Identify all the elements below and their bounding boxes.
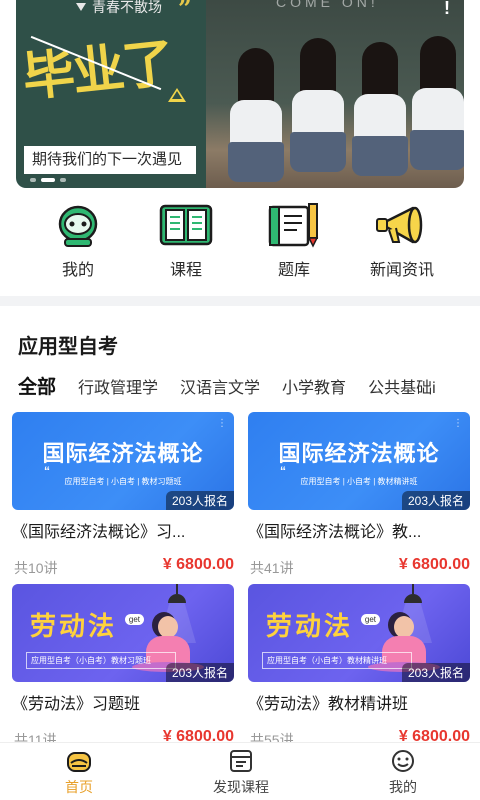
carousel-dot[interactable]: [30, 178, 36, 182]
bottom-tab-bar: 首页 发现课程 我的: [0, 742, 480, 800]
course-title: 《劳动法》习题班: [12, 696, 141, 713]
chalkboard-text: COME ON!: [276, 0, 379, 10]
quick-nav-label: 题库: [277, 262, 310, 279]
cover-subtitle: 应用型自考（小自考）教材习题班: [26, 652, 176, 669]
triangle-decoration-icon: [168, 88, 186, 102]
student-figure: [410, 36, 464, 188]
notebook-pencil-icon: [268, 203, 319, 248]
course-cover: 劳动法 get 应用型自考（小自考）教材精讲班 203人报名: [248, 584, 470, 682]
course-cover: ⋮ 国际经济法概论 “ 应用型自考 | 小自考 | 教材精讲班 203人报名: [248, 412, 470, 510]
cover-subtitle: 应用型自考 | 小自考 | 教材习题班: [64, 477, 182, 486]
course-list-icon: [230, 750, 252, 772]
home-cap-icon: [67, 752, 91, 772]
speech-bubble: get: [360, 614, 380, 625]
course-cover: 劳动法 get 应用型自考（小自考）教材习题班 203人报名: [12, 584, 234, 682]
quick-nav-courses[interactable]: 课程: [136, 202, 236, 280]
banner-graphic-panel: 青春不散场 ” 毕业了 期待我们的下一次遇见: [16, 0, 206, 188]
quote-mark-icon: ”: [178, 0, 192, 23]
cover-subtitle: 应用型自考 | 小自考 | 教材精讲班: [300, 477, 418, 486]
bottom-tab-label: 首页: [65, 779, 93, 795]
lamp-cord: [412, 584, 414, 594]
tab-all[interactable]: 全部: [18, 372, 57, 400]
course-price: ¥ 6800.00: [162, 556, 234, 573]
category-tabs: 全部 行政管理学 汉语言文学 小学教育 公共基础i: [18, 372, 480, 402]
banner-subtitle: 期待我们的下一次遇见: [24, 146, 196, 174]
lesson-count: 共10讲: [14, 560, 58, 576]
banner-photo: COME ON! !: [206, 0, 464, 188]
menu-dots-icon: ⋮: [453, 418, 463, 429]
course-card[interactable]: 劳动法 get 应用型自考（小自考）教材精讲班 203人报名 《劳动法》教材精讲…: [248, 584, 470, 748]
bottom-tab-label: 发现课程: [213, 779, 269, 795]
banner-headline: 毕业了: [19, 32, 176, 109]
menu-dots-icon: ⋮: [217, 418, 227, 429]
tab-administration[interactable]: 行政管理学: [78, 374, 158, 398]
lesson-count: 共41讲: [250, 560, 294, 576]
enroll-count-badge: 203人报名: [401, 663, 470, 682]
course-title: 《劳动法》教材精讲班: [248, 696, 409, 713]
enroll-count-badge: 203人报名: [401, 491, 470, 510]
banner-tagline: 青春不散场: [76, 0, 162, 17]
megaphone-icon: [376, 206, 423, 244]
cover-subtitle: 应用型自考（小自考）教材精讲班: [262, 652, 412, 669]
speech-bubble: get: [124, 614, 144, 625]
section-divider: [0, 296, 480, 306]
promo-banner[interactable]: 青春不散场 ” 毕业了 期待我们的下一次遇见 COME ON! !: [16, 0, 464, 188]
lamp-icon: [168, 594, 186, 603]
student-figure: [228, 48, 284, 188]
student-illustration: [394, 616, 414, 638]
enroll-count-badge: 203人报名: [165, 491, 234, 510]
course-price: ¥ 6800.00: [398, 556, 470, 573]
course-cover: ⋮ 国际经济法概论 “ 应用型自考 | 小自考 | 教材习题班 203人报名: [12, 412, 234, 510]
carousel-dot-active[interactable]: [41, 178, 55, 182]
carousel-dot[interactable]: [60, 178, 66, 182]
quick-nav-label: 课程: [169, 262, 202, 279]
carousel-indicator: [30, 178, 66, 182]
section-title: 应用型自考: [18, 336, 118, 358]
course-card[interactable]: ⋮ 国际经济法概论 “ 应用型自考 | 小自考 | 教材精讲班 203人报名 《…: [248, 412, 470, 576]
tab-chinese-literature[interactable]: 汉语言文学: [180, 374, 260, 398]
course-meta: 共10讲 ¥ 6800.00: [12, 556, 234, 576]
lamp-cord: [176, 584, 178, 594]
exclamation-mark: !: [444, 0, 450, 18]
student-figure: [352, 42, 408, 188]
quick-nav-label: 新闻资讯: [369, 262, 434, 279]
robot-face-icon: [58, 205, 98, 247]
quick-nav-question-bank[interactable]: 题库: [244, 202, 344, 280]
open-book-icon: [159, 204, 213, 246]
student-figure: [290, 38, 346, 188]
course-card[interactable]: ⋮ 国际经济法概论 “ 应用型自考 | 小自考 | 教材习题班 203人报名 《…: [12, 412, 234, 576]
quick-nav-news[interactable]: 新闻资讯: [352, 202, 452, 280]
bottom-tab-label: 我的: [389, 779, 417, 795]
tab-public-basics[interactable]: 公共基础i: [368, 374, 436, 398]
quick-nav-label: 我的: [61, 262, 94, 279]
tab-primary-education[interactable]: 小学教育: [282, 374, 346, 398]
course-title: 《国际经济法概论》教...: [248, 524, 422, 541]
quick-nav-my[interactable]: 我的: [28, 202, 128, 280]
quick-nav: 我的 课程 题库 新闻资讯: [0, 202, 480, 282]
course-card[interactable]: 劳动法 get 应用型自考（小自考）教材习题班 203人报名 《劳动法》习题班 …: [12, 584, 234, 748]
bottom-tab-discover[interactable]: 发现课程: [186, 749, 296, 797]
bottom-tab-home[interactable]: 首页: [24, 749, 134, 797]
bottom-tab-profile[interactable]: 我的: [348, 749, 458, 797]
course-title: 《国际经济法概论》习...: [12, 524, 186, 541]
course-meta: 共41讲 ¥ 6800.00: [248, 556, 470, 576]
enroll-count-badge: 203人报名: [165, 663, 234, 682]
lamp-icon: [404, 594, 422, 603]
student-illustration: [158, 616, 178, 638]
smiley-face-icon: [392, 750, 414, 772]
